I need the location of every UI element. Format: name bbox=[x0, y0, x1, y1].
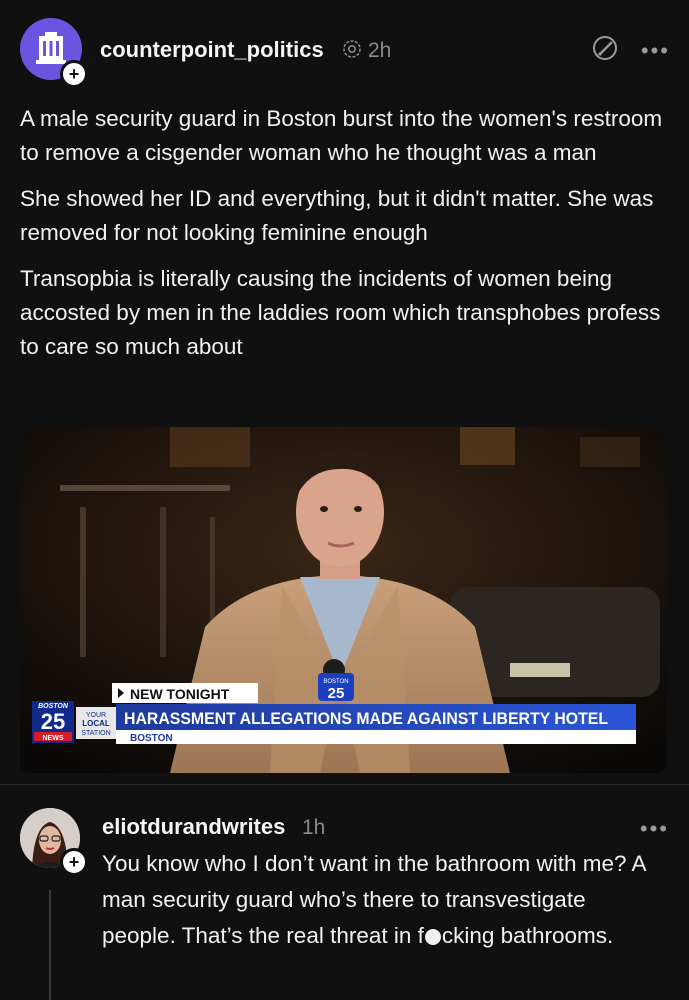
reply-avatar[interactable]: + bbox=[20, 808, 88, 876]
reply-divider bbox=[0, 784, 689, 785]
news-kicker: NEW TONIGHT bbox=[130, 686, 230, 702]
thread-line bbox=[49, 890, 51, 1000]
station-logo-number: 25 bbox=[41, 709, 65, 734]
tagline-line-1: YOUR bbox=[86, 712, 106, 719]
station-logo-news: NEWS bbox=[43, 735, 64, 742]
reply-text: You know who I don’t want in the bathroo… bbox=[102, 846, 662, 954]
news-scene: BOSTON 25 NEW TONIGHT BOSTON 25 NEWS YOU… bbox=[20, 427, 667, 773]
post-paragraph: Transopbia is literally causing the inci… bbox=[20, 266, 661, 359]
reply-text-part2: cking bathrooms. bbox=[441, 923, 614, 948]
news-headline: HARASSMENT ALLEGATIONS MADE AGAINST LIBE… bbox=[124, 709, 608, 728]
post-paragraph: She showed her ID and everything, but it… bbox=[20, 186, 654, 245]
censor-dot-icon bbox=[424, 929, 441, 945]
plus-icon[interactable]: + bbox=[60, 60, 88, 88]
post-header: + counterpoint_politics 2h ••• bbox=[20, 18, 670, 88]
news-video-thumbnail[interactable]: BOSTON 25 NEW TONIGHT BOSTON 25 NEWS YOU… bbox=[20, 427, 667, 773]
post-time: 2h bbox=[368, 39, 392, 62]
edit-icon[interactable] bbox=[591, 34, 619, 67]
more-dots-icon[interactable]: ••• bbox=[641, 39, 670, 62]
post-avatar[interactable]: + bbox=[20, 18, 88, 88]
reply-time: 1h bbox=[302, 816, 326, 839]
mic-flag-number: 25 bbox=[328, 685, 345, 702]
tagline-line-3: STATION bbox=[81, 730, 110, 737]
post-paragraph: A male security guard in Boston burst in… bbox=[20, 106, 663, 165]
verified-icon bbox=[342, 39, 362, 63]
post-body: A male security guard in Boston burst in… bbox=[20, 102, 665, 376]
tagline-line-2: LOCAL bbox=[82, 719, 110, 728]
news-location: BOSTON bbox=[130, 733, 173, 744]
reply-username[interactable]: eliotdurandwrites bbox=[102, 814, 285, 840]
post-username[interactable]: counterpoint_politics bbox=[100, 37, 324, 63]
plus-icon[interactable]: + bbox=[60, 848, 88, 876]
more-dots-icon[interactable]: ••• bbox=[640, 818, 669, 840]
